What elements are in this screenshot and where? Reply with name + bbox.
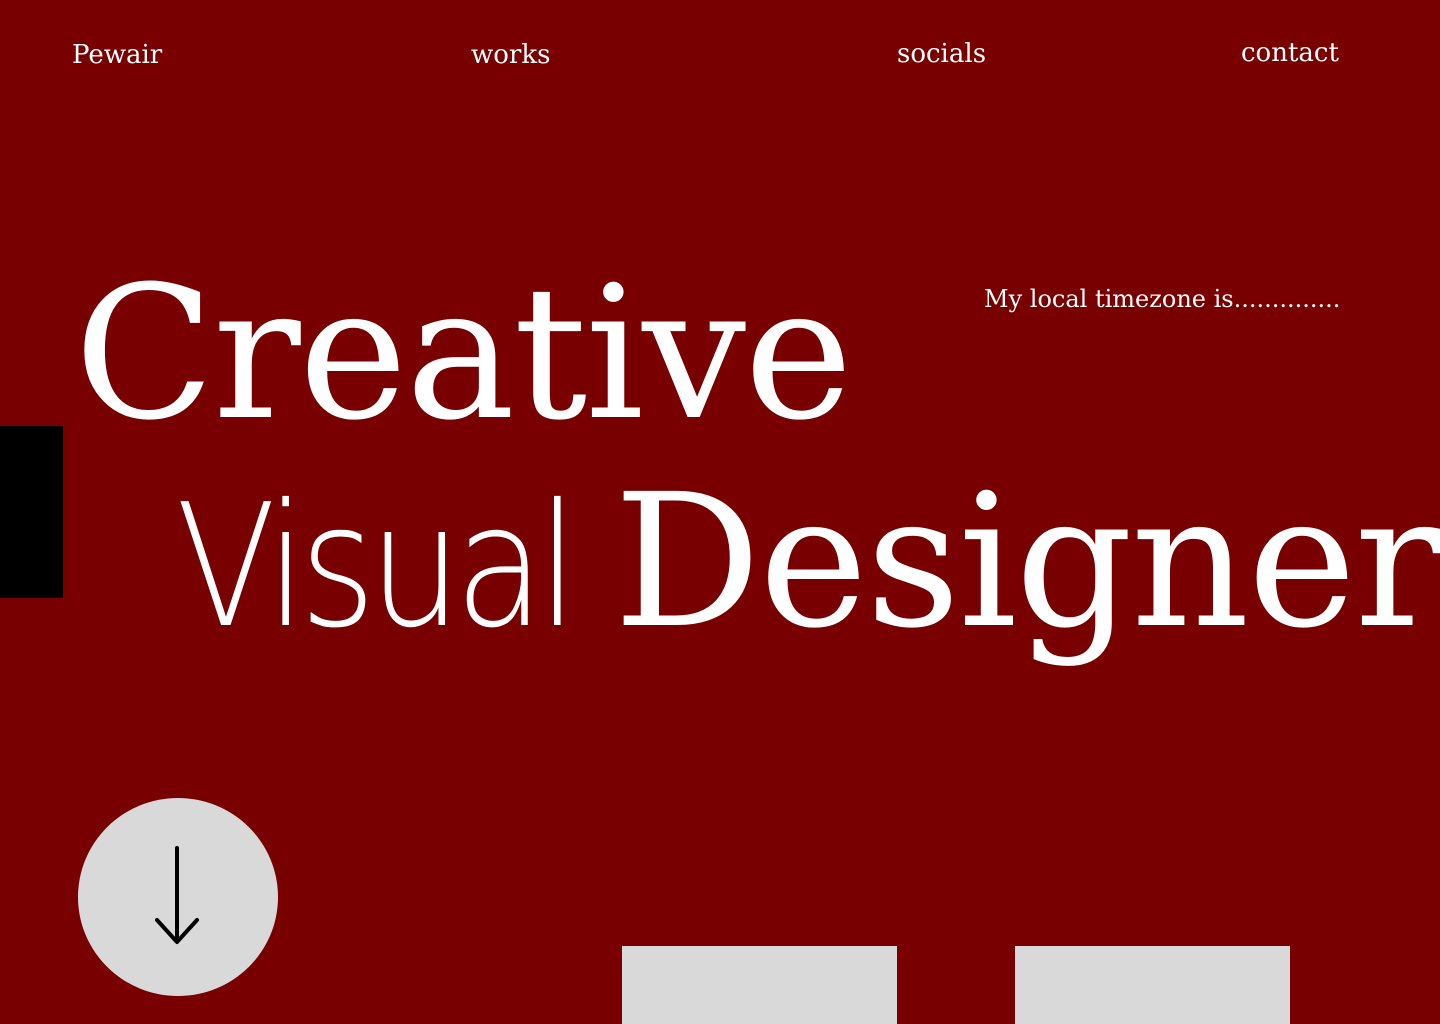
arrow-down-icon (155, 846, 199, 944)
decorative-black-bar (0, 426, 63, 598)
work-card-1[interactable] (622, 946, 897, 1024)
timezone-text: My local timezone is.............. (984, 285, 1341, 313)
nav-link-contact[interactable]: contact (1241, 40, 1339, 66)
work-card-2[interactable] (1015, 946, 1290, 1024)
hero-title-creative: Creative (74, 247, 853, 461)
hero-title-designer: Designer (613, 455, 1440, 669)
nav-link-socials[interactable]: socials (897, 41, 986, 67)
nav-link-works[interactable]: works (471, 42, 550, 68)
hero-title-line-2: Visual Designer (176, 470, 1440, 654)
scroll-down-button[interactable] (78, 798, 278, 996)
brand-logo-link[interactable]: Pewair (72, 42, 162, 68)
hero-title-visual: Visual (176, 468, 578, 666)
